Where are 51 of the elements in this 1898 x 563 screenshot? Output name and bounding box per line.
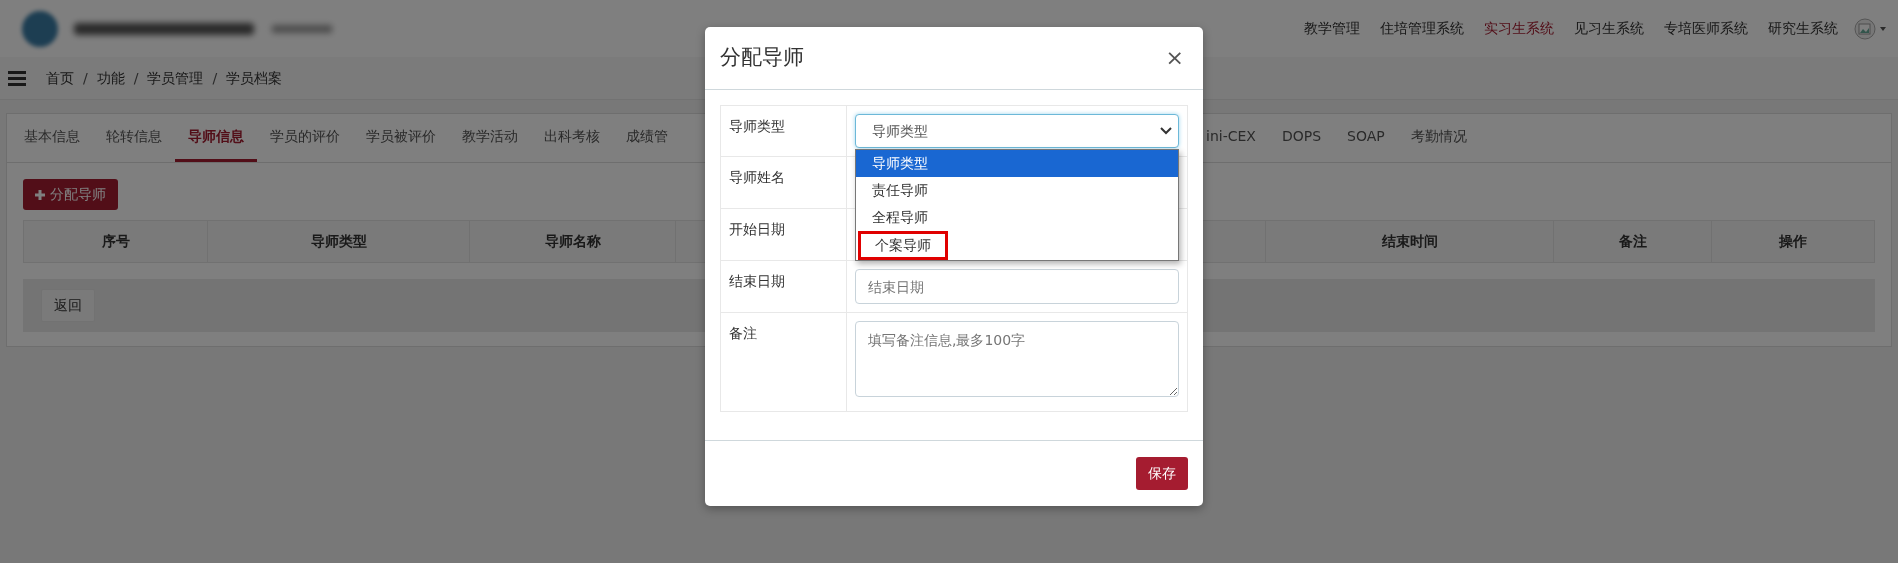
breadcrumb-item[interactable]: 学员档案 [226,67,283,89]
nav-link[interactable]: 研究生系统 [1768,18,1838,39]
breadcrumb-item[interactable]: 首页 [46,67,74,89]
date-field[interactable]: 结束日期 [855,269,1179,304]
remark-field[interactable]: 填写备注信息,最多100字 [855,321,1179,397]
field-label: 备注 [729,325,757,341]
save-button[interactable]: 保存 [1136,457,1188,490]
tab[interactable]: 导师信息 [175,114,257,162]
dropdown-option[interactable]: 责任导师 [856,177,1178,204]
breadcrumb-item[interactable]: 功能 [96,67,125,89]
tab[interactable]: SOAP [1334,114,1398,162]
tab[interactable]: DOPS [1268,114,1335,162]
dropdown-option[interactable]: 导师类型 [856,150,1178,177]
breadcrumb-separator: / [212,68,218,88]
breadcrumb-separator: / [133,68,139,88]
column-header: 序号 [23,220,208,263]
menu-icon[interactable] [8,70,26,86]
close-button[interactable]: × [1161,47,1188,69]
column-header: 导师类型 [207,220,470,263]
nav-link[interactable]: 专培医师系统 [1664,18,1748,39]
nav-link[interactable]: 住培管理系统 [1380,18,1464,39]
logo-icon [22,10,58,47]
assign-button[interactable]: 分配导师 [23,179,118,210]
modal-title: 分配导师 [720,44,804,72]
tab[interactable]: 出科考核 [531,114,613,162]
column-header: 操作 [1711,220,1875,263]
column-header: 备注 [1553,220,1712,263]
tab[interactable]: 基本信息 [11,114,93,162]
tab[interactable]: 考勤情况 [1397,114,1480,162]
column-header: 结束时间 [1265,220,1554,263]
breadcrumb-item[interactable]: 学员管理 [147,67,204,89]
tab[interactable]: 教学活动 [449,114,531,162]
tab[interactable]: 轮转信息 [93,114,175,162]
column-header: 导师名称 [469,220,676,263]
dropdown-option[interactable]: 个案导师 [858,231,948,260]
field-label: 导师姓名 [729,169,785,185]
tab[interactable]: 成绩管 [613,114,681,162]
field-label: 开始日期 [729,221,785,237]
blurred-subtitle [272,24,332,33]
nav-link[interactable]: 教学管理 [1304,18,1360,39]
dropdown-option[interactable]: 全程导师 [856,204,1178,231]
nav-link[interactable]: 见习生系统 [1574,18,1644,39]
breadcrumb-separator: / [83,68,88,88]
tab[interactable]: 学员的评价 [257,114,353,162]
field-label: 导师类型 [729,118,785,134]
nav-link[interactable]: 实习生系统 [1484,18,1554,39]
tab[interactable]: 学员被评价 [353,114,449,162]
back-button[interactable]: 返回 [41,289,95,322]
field-label: 结束日期 [729,273,785,289]
plus-icon [35,189,45,200]
chevron-icon [1160,127,1172,135]
